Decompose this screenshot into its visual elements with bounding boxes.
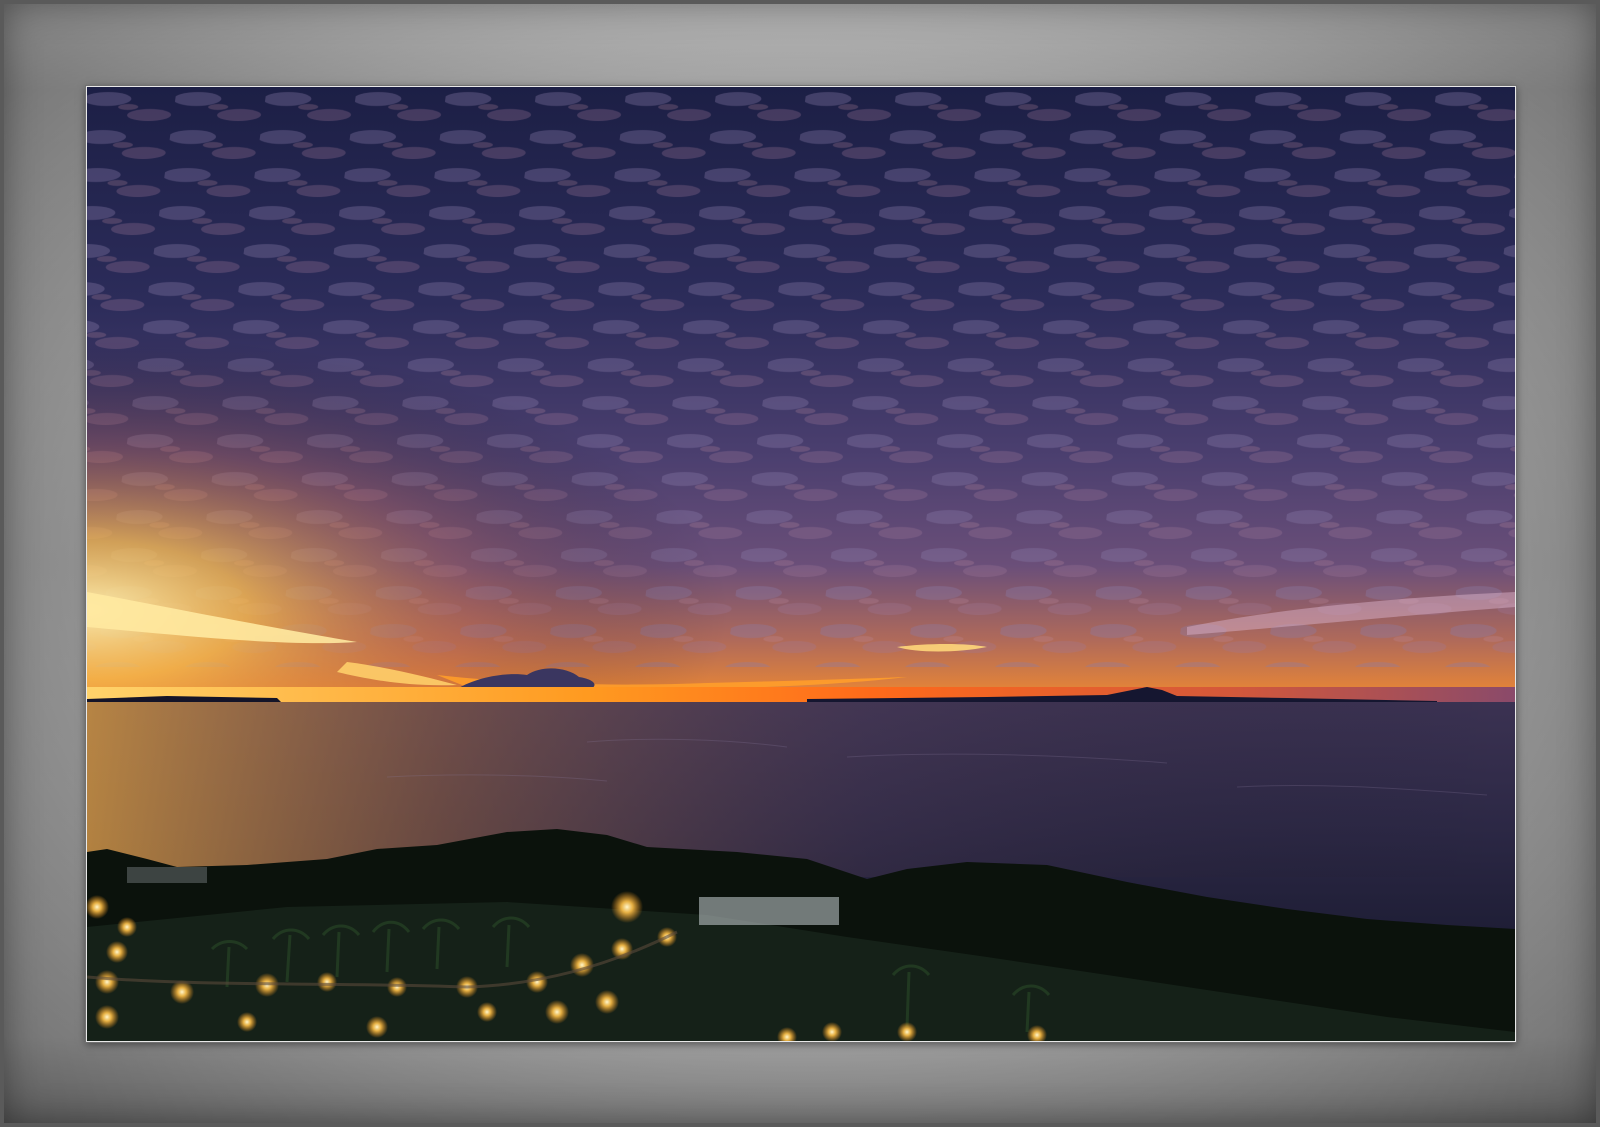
picture-frame <box>0 0 1600 1127</box>
beach-structure <box>127 867 207 883</box>
sea-reflection <box>87 702 1515 877</box>
building <box>699 897 839 925</box>
sunset-photo <box>87 87 1515 1041</box>
photo-border <box>86 86 1516 1042</box>
